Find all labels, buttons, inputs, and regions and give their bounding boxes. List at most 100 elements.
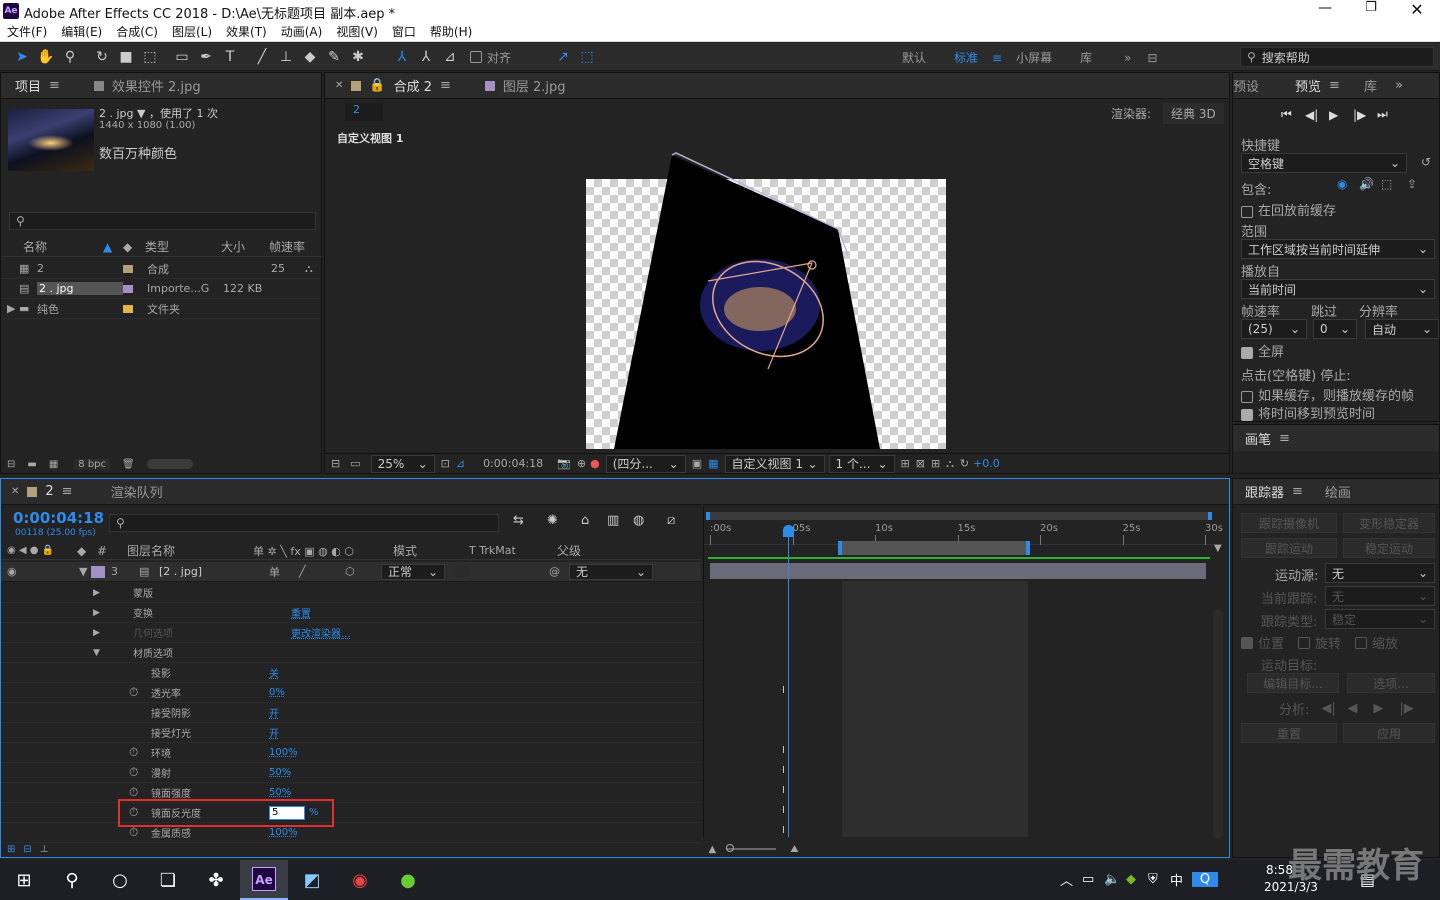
- tab-timeline-comp[interactable]: 2: [37, 484, 61, 499]
- lock-icon[interactable]: 🔒: [369, 78, 385, 93]
- parent-select[interactable]: 无 ⌄: [569, 563, 653, 580]
- overlay-include-icon[interactable]: ⬚: [1381, 177, 1407, 191]
- fullscreen-checkbox[interactable]: [1241, 346, 1253, 359]
- panel-menu-icon[interactable]: ≡: [1279, 431, 1290, 446]
- panel-menu-icon[interactable]: ≡: [62, 484, 73, 499]
- views-layout-select[interactable]: 1 个... ⌄: [828, 454, 895, 473]
- analyze-back-icon[interactable]: ◀: [1347, 701, 1373, 716]
- property-row[interactable]: ⏱ 金属质感 100%: [1, 823, 701, 843]
- property-value[interactable]: 0%: [269, 687, 285, 698]
- zoom-in-icon[interactable]: ⛰: [790, 844, 798, 855]
- export-icon[interactable]: ⇪: [1407, 177, 1417, 191]
- col-name[interactable]: 名称: [23, 238, 103, 255]
- col-layer-name[interactable]: 图层名称: [127, 542, 253, 559]
- analyze-back-frame-icon[interactable]: ◀|: [1321, 701, 1347, 716]
- frame-blending-icon[interactable]: ▥: [607, 513, 633, 528]
- property-row[interactable]: ▶ 几何选项 更改渲染器...: [1, 623, 701, 643]
- close-icon[interactable]: ✕: [1402, 0, 1432, 22]
- tab-paint[interactable]: 绘画: [1317, 482, 1359, 501]
- menu-edit[interactable]: 编辑(E): [54, 22, 109, 42]
- help-search[interactable]: ⚲ 搜索帮助: [1240, 47, 1434, 67]
- eraser-tool-icon[interactable]: ◆: [298, 45, 322, 69]
- fast-preview-icon[interactable]: ⊠: [916, 457, 925, 470]
- options-button[interactable]: 选项...: [1347, 673, 1435, 693]
- property-value[interactable]: 开: [269, 705, 279, 720]
- play-cached-checkbox[interactable]: [1241, 390, 1253, 403]
- stop-option-cache[interactable]: 如果缓存，则播放缓存的帧: [1241, 385, 1414, 404]
- resolution-select[interactable]: (四分... ⌄: [605, 454, 686, 473]
- stopwatch-icon[interactable]: ⏱: [129, 765, 151, 780]
- work-area-bar[interactable]: [706, 512, 1212, 520]
- tab-library[interactable]: 库: [1356, 76, 1385, 95]
- playhead-handle[interactable]: [783, 525, 794, 537]
- menu-layer[interactable]: 图层(L): [165, 22, 219, 42]
- stop-option-move-time[interactable]: 将时间移到预览时间: [1241, 403, 1375, 422]
- restore-icon[interactable]: ❐: [1356, 0, 1386, 22]
- menu-window[interactable]: 窗口: [385, 22, 423, 42]
- fullscreen-option[interactable]: 全屏: [1241, 341, 1284, 360]
- cache-before-option[interactable]: 在回放前缓存: [1241, 200, 1336, 219]
- property-row[interactable]: ⏱ 漫射 50%: [1, 763, 701, 783]
- zoom-out-icon[interactable]: ▲: [709, 844, 717, 855]
- cortana-icon[interactable]: ○: [96, 860, 144, 900]
- layer-search-input[interactable]: ⚲: [109, 514, 499, 532]
- col-mode[interactable]: 模式: [393, 542, 469, 559]
- blend-mode-select[interactable]: 正常 ⌄: [381, 563, 445, 580]
- apply-button[interactable]: 应用: [1343, 723, 1435, 743]
- comp-breadcrumb[interactable]: 2: [345, 103, 383, 121]
- layer-name[interactable]: [2 . jpg]: [159, 565, 269, 578]
- track-type-select[interactable]: 稳定 ⌄: [1325, 609, 1435, 629]
- workspace-default[interactable]: 默认: [888, 49, 940, 66]
- play-icon[interactable]: ▶: [1329, 108, 1353, 122]
- search-icon[interactable]: ⚲: [48, 860, 96, 900]
- property-value[interactable]: 开: [269, 725, 279, 740]
- stabilize-motion-button[interactable]: 稳定运动: [1343, 538, 1435, 558]
- nvidia-icon[interactable]: ◆: [1126, 872, 1148, 887]
- project-row-footage[interactable]: ▤ 2 . jpg Importe...G 122 KB: [1, 279, 321, 299]
- flowchart-icon[interactable]: ⛬: [305, 262, 313, 276]
- panel-menu-icon[interactable]: ≡: [49, 78, 60, 93]
- draft-3d-icon[interactable]: ✺: [547, 513, 581, 528]
- after-effects-taskbar-icon[interactable]: Ae: [240, 860, 288, 900]
- tab-composition[interactable]: 合成 2: [386, 76, 440, 95]
- shy-layers-icon[interactable]: ⌂: [581, 513, 607, 528]
- tab-preview[interactable]: 预览: [1287, 76, 1329, 95]
- panel-menu-icon[interactable]: ≡: [440, 78, 451, 93]
- project-row-folder[interactable]: ▶ ▬ 纯色 文件夹: [1, 299, 321, 319]
- view-axis-icon[interactable]: ⊿: [438, 45, 462, 69]
- puppet-tool-icon[interactable]: ✱: [346, 45, 370, 69]
- world-axis-icon[interactable]: ⅄: [414, 45, 438, 69]
- current-time[interactable]: 0:00:04:18: [13, 509, 104, 527]
- work-area-range[interactable]: [838, 541, 1030, 555]
- reset-exposure-icon[interactable]: ↻: [960, 457, 969, 470]
- brush-tool-icon[interactable]: ╱: [250, 45, 274, 69]
- panel-menu-icon[interactable]: ≡: [1329, 78, 1340, 93]
- reset-button[interactable]: 重置: [1241, 723, 1337, 743]
- tab-brushes[interactable]: 画笔: [1237, 429, 1279, 448]
- tab-tracker[interactable]: 跟踪器: [1237, 482, 1292, 501]
- current-track-select[interactable]: 无 ⌄: [1325, 586, 1435, 606]
- property-value[interactable]: 更改渲染器...: [291, 625, 351, 640]
- hand-tool-icon[interactable]: ✋: [34, 45, 58, 69]
- renderer-value[interactable]: 经典 3D: [1163, 103, 1224, 124]
- timeline-link-icon[interactable]: ⊞: [931, 457, 940, 470]
- camera-tool-icon[interactable]: ■: [114, 45, 138, 69]
- time-graph[interactable]: :00s 05s 10s 15s 20s 25s 30s IIIIII: [703, 507, 1223, 837]
- col-trkmat[interactable]: T TrkMat: [469, 544, 557, 557]
- task-view-icon[interactable]: ❏: [144, 860, 192, 900]
- property-value[interactable]: 50%: [269, 767, 291, 778]
- flowchart-icon[interactable]: ⛬: [946, 457, 954, 471]
- scale-checkbox[interactable]: [1355, 636, 1368, 649]
- analyze-forward-frame-icon[interactable]: |▶: [1399, 701, 1413, 716]
- cache-before-checkbox[interactable]: [1241, 205, 1253, 218]
- motion-source-select[interactable]: 无 ⌄: [1325, 563, 1435, 583]
- project-row-comp[interactable]: ▦ 2 合成 25 ⛬: [1, 259, 321, 279]
- local-axis-icon[interactable]: ⅄: [390, 45, 414, 69]
- toggle-pixel-icon[interactable]: ⊞: [901, 457, 910, 470]
- col-fps[interactable]: 帧速率: [269, 238, 305, 255]
- next-frame-icon[interactable]: |▶: [1353, 108, 1377, 122]
- new-comp-icon[interactable]: ▦: [49, 459, 58, 470]
- trkmat-box[interactable]: [455, 565, 469, 578]
- ime-indicator[interactable]: 中: [1170, 870, 1192, 889]
- move-time-checkbox[interactable]: [1241, 408, 1253, 421]
